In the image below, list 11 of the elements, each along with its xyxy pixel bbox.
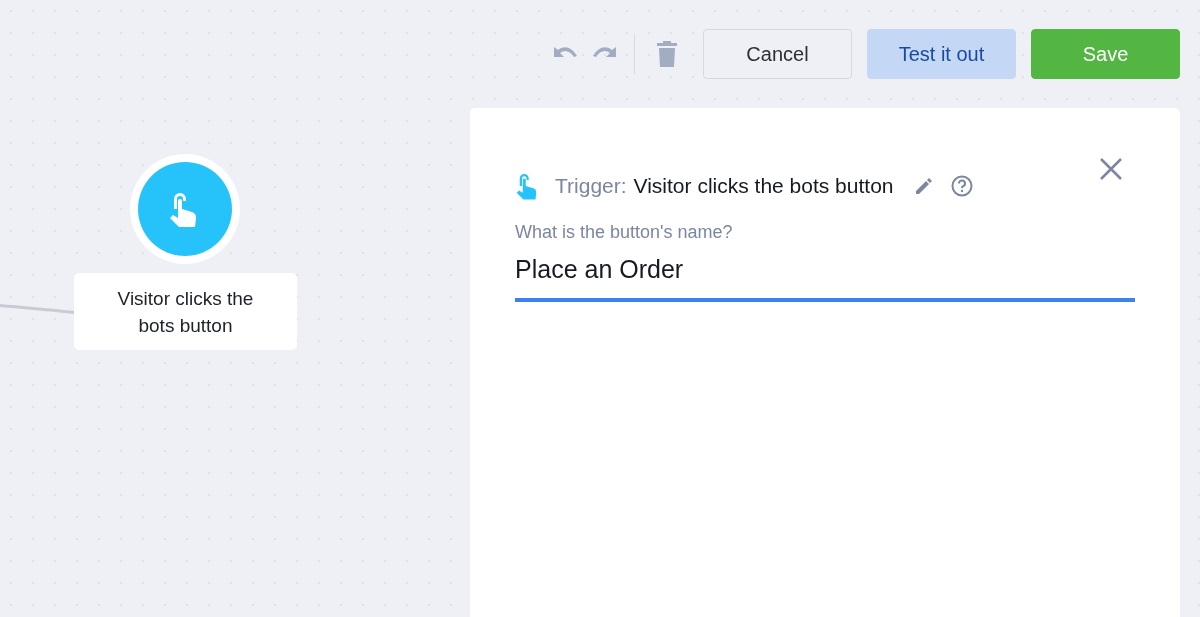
- node-label: Visitor clicks the bots button: [74, 273, 297, 350]
- close-icon[interactable]: [1099, 157, 1123, 181]
- trigger-label: Trigger:: [555, 174, 627, 198]
- trash-icon[interactable]: [657, 41, 677, 67]
- test-button[interactable]: Test it out: [867, 29, 1016, 79]
- field-label: What is the button's name?: [515, 222, 734, 243]
- trigger-title: Visitor clicks the bots button: [633, 174, 894, 198]
- pencil-icon[interactable]: [915, 177, 934, 195]
- help-icon[interactable]: [951, 175, 974, 197]
- cancel-button[interactable]: Cancel: [703, 29, 852, 79]
- button-name-field[interactable]: Place an Order: [515, 243, 1135, 302]
